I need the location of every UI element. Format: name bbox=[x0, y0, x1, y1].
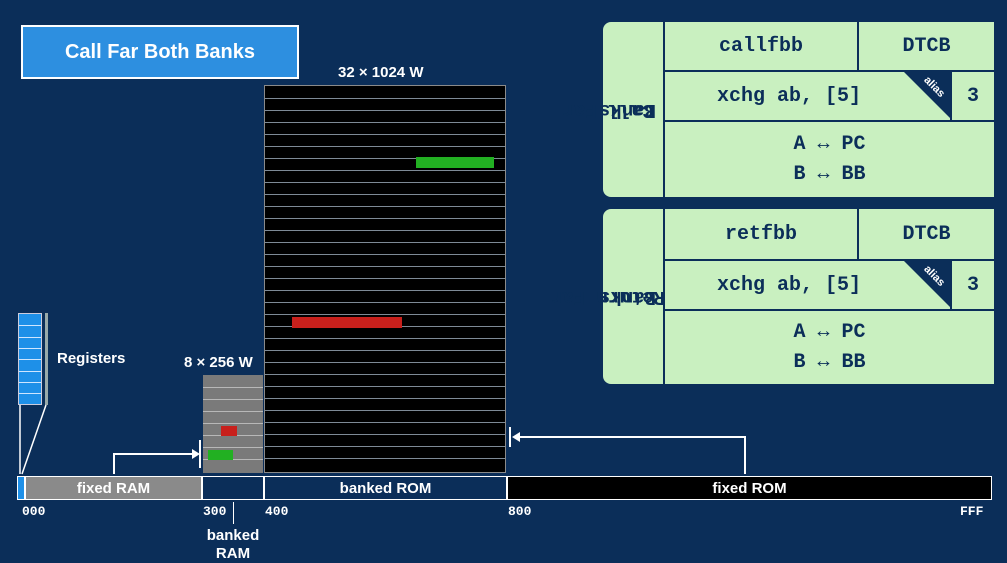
addr-000: 000 bbox=[22, 504, 46, 519]
retfbb-cycles: 3 bbox=[950, 259, 996, 311]
rom-row-divider bbox=[265, 170, 505, 171]
addr-fff: FFF bbox=[960, 504, 984, 519]
rom-row-divider bbox=[265, 206, 505, 207]
rom-row-divider bbox=[265, 98, 505, 99]
bram-row-divider bbox=[203, 399, 263, 400]
bram-row-divider bbox=[203, 387, 263, 388]
rom-row-divider bbox=[265, 242, 505, 243]
rom-row-divider bbox=[265, 446, 505, 447]
red-bank-marker bbox=[292, 317, 402, 328]
rom-row-divider bbox=[265, 194, 505, 195]
rom-row-divider bbox=[265, 254, 505, 255]
rom-row-divider bbox=[265, 458, 505, 459]
rom-row-divider bbox=[265, 218, 505, 219]
rom-row-divider bbox=[265, 398, 505, 399]
rom-row-divider bbox=[265, 350, 505, 351]
rom-row-divider bbox=[265, 278, 505, 279]
callfbb-alias-tag: alias bbox=[904, 72, 950, 118]
register-divider bbox=[19, 370, 41, 372]
register-divider bbox=[19, 381, 41, 383]
rom-row-divider bbox=[265, 410, 505, 411]
retfbb-opcode: DTCB bbox=[857, 207, 996, 261]
callfbb-cycles: 3 bbox=[950, 70, 996, 122]
banked-ram-tick bbox=[233, 502, 234, 524]
rom-row-divider bbox=[265, 314, 505, 315]
green-ram-marker bbox=[208, 450, 233, 460]
rom-row-divider bbox=[265, 302, 505, 303]
addr-800: 800 bbox=[508, 504, 532, 519]
addr-400: 400 bbox=[265, 504, 289, 519]
rom-row-divider bbox=[265, 386, 505, 387]
rom-size-label: 32 × 1024 W bbox=[338, 64, 424, 81]
rom-row-divider bbox=[265, 266, 505, 267]
callfbb-mnemonic: callfbb bbox=[663, 20, 859, 72]
rom-row-divider bbox=[265, 122, 505, 123]
mem-fixed-rom: fixed ROM bbox=[507, 476, 992, 500]
register-divider bbox=[19, 336, 41, 338]
register-divider bbox=[19, 325, 41, 327]
rom-row-divider bbox=[265, 422, 505, 423]
rom-row-divider bbox=[265, 110, 505, 111]
registers-label: Registers bbox=[57, 350, 126, 367]
green-bank-marker bbox=[416, 157, 494, 168]
retfbb-alias-tag: alias bbox=[904, 261, 950, 307]
callfbb-swap: A ↔ PC B ↔ BB bbox=[663, 120, 996, 199]
registers-block bbox=[18, 313, 42, 405]
register-divider bbox=[19, 347, 41, 349]
rom-row-divider bbox=[265, 434, 505, 435]
addr-300: 300 bbox=[203, 504, 227, 519]
retfbb-panel-label: Return Far Both Banks bbox=[550, 285, 714, 308]
bram-row-divider bbox=[203, 411, 263, 412]
register-divider bbox=[19, 359, 41, 361]
mem-fixed-ram-start bbox=[17, 476, 25, 500]
registers-bracket bbox=[45, 313, 48, 405]
callfbb-opcode: DTCB bbox=[857, 20, 996, 72]
rom-row-divider bbox=[265, 146, 505, 147]
bram-size-label: 8 × 256 W bbox=[184, 354, 253, 371]
rom-row-divider bbox=[265, 230, 505, 231]
mem-banked-rom: banked ROM bbox=[264, 476, 507, 500]
mem-banked-ram bbox=[202, 476, 264, 500]
rom-row-divider bbox=[265, 362, 505, 363]
bram-row-divider bbox=[203, 423, 263, 424]
banked-ram-block bbox=[203, 375, 263, 473]
register-divider bbox=[19, 393, 41, 395]
rom-row-divider bbox=[265, 134, 505, 135]
page-title: Call Far Both Banks bbox=[21, 25, 299, 79]
bram-row-divider bbox=[203, 447, 263, 448]
rom-row-divider bbox=[265, 338, 505, 339]
rom-row-divider bbox=[265, 374, 505, 375]
mem-fixed-ram: fixed RAM bbox=[25, 476, 202, 500]
banked-rom-block bbox=[264, 85, 506, 473]
retfbb-mnemonic: retfbb bbox=[663, 207, 859, 261]
rom-row-divider bbox=[265, 290, 505, 291]
red-ram-marker bbox=[221, 426, 237, 436]
rom-row-divider bbox=[265, 182, 505, 183]
banked-ram-label: banked RAM bbox=[206, 527, 260, 562]
retfbb-swap: A ↔ PC B ↔ BB bbox=[663, 309, 996, 386]
callfbb-panel-label: Call Far Both Banks bbox=[562, 98, 714, 121]
